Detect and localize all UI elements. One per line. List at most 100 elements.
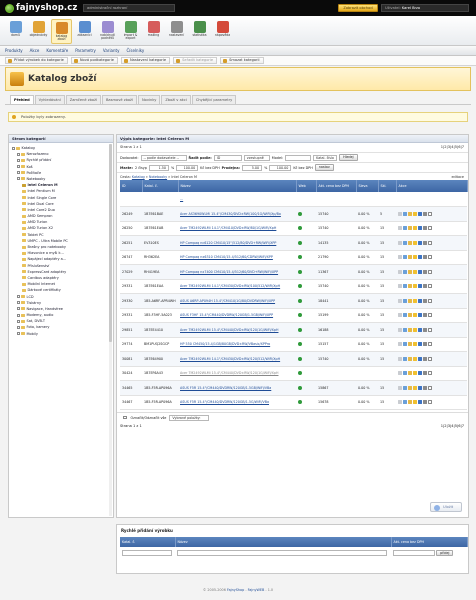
expand-toggle-icon[interactable]	[17, 319, 20, 323]
edit-icon[interactable]	[403, 342, 407, 347]
expand-toggle-icon[interactable]	[17, 307, 20, 311]
folder-icon[interactable]	[408, 385, 412, 390]
star-icon[interactable]	[413, 211, 417, 216]
table-row[interactable]: 26747 RH362EA HP Compaq nx6310 CM410/15.4/…	[120, 250, 467, 265]
product-link[interactable]: Acer TM2492WLMi 14.1"/CM430/DVD±RW/120/5…	[180, 357, 296, 361]
product-link[interactable]: HP Compaq nx7400 CM410/15.4/512/60/DVD+R…	[180, 270, 296, 274]
row-checkbox[interactable]	[428, 400, 432, 405]
edit-icon[interactable]	[403, 400, 407, 405]
row-checkbox[interactable]	[428, 255, 432, 260]
expand-toggle-icon[interactable]	[12, 146, 15, 150]
tab-item[interactable]: Zamčené zboží	[65, 95, 101, 104]
star-icon[interactable]	[413, 226, 417, 231]
copy-icon[interactable]	[418, 240, 422, 245]
delete-icon[interactable]	[423, 284, 427, 289]
row-checkbox[interactable]	[428, 356, 432, 361]
folder-icon[interactable]	[408, 356, 412, 361]
breadcrumb-notebooks[interactable]: Notebooky	[149, 175, 167, 179]
product-link[interactable]: HP Compaq nc6120 CM410/15"/512/80/DVD+RW…	[180, 241, 296, 245]
edit-icon[interactable]	[403, 255, 407, 260]
row-checkbox[interactable]	[428, 385, 432, 390]
folder-icon[interactable]	[408, 240, 412, 245]
row-checkbox[interactable]	[428, 269, 432, 274]
web-status-icon[interactable]	[298, 226, 302, 231]
folder-icon[interactable]	[408, 342, 412, 347]
expand-toggle-icon[interactable]	[17, 158, 20, 162]
product-link[interactable]: Acer TM2492WLMi 15.4"/CM440/DVD±RW/120/1…	[180, 371, 296, 375]
product-link[interactable]: Acer TM2492WLMi 14.1"/CM410/DVD±RW/80/1G…	[180, 226, 296, 230]
product-link[interactable]: ASUS F5R 15.4"/CM440/DVDRW/120GB/1.5G/Wi…	[180, 400, 296, 404]
nav-orders[interactable]: objednávky	[28, 19, 49, 44]
menu-item[interactable]: Akce	[30, 48, 40, 53]
row-checkbox[interactable]	[428, 298, 432, 303]
delete-icon[interactable]	[423, 400, 427, 405]
toolbar-button[interactable]: Nová podkategorie	[70, 57, 118, 64]
set-margin-button[interactable]: nastav	[314, 164, 334, 171]
star-icon[interactable]	[413, 313, 417, 318]
edit-icon[interactable]	[403, 327, 407, 332]
table-row[interactable]: ...	[120, 192, 467, 207]
edit-icon[interactable]	[403, 298, 407, 303]
supplier-select[interactable]: -- podle dodavatele --	[140, 154, 187, 161]
delete-icon[interactable]	[423, 255, 427, 260]
copy-icon[interactable]	[418, 211, 422, 216]
tab-item[interactable]: Novinky	[137, 95, 161, 104]
product-link[interactable]: ASUS A6RP-AP094H 15.4"/CM410/1G/80/DVDRW…	[180, 299, 296, 303]
qa-name-input[interactable]	[177, 550, 387, 556]
web-status-icon[interactable]	[298, 371, 302, 376]
sale-price-input[interactable]: 100.00	[269, 164, 292, 171]
copy-icon[interactable]	[418, 371, 422, 376]
delete-icon[interactable]	[423, 385, 427, 390]
star-icon[interactable]	[413, 284, 417, 289]
footer-brand-link[interactable]: FajnyShop	[227, 588, 244, 592]
row-checkbox[interactable]	[428, 327, 432, 332]
row-checkbox[interactable]	[428, 371, 432, 376]
nav-statistics[interactable]: statistika	[189, 19, 210, 44]
star-icon[interactable]	[413, 356, 417, 361]
star-icon[interactable]	[413, 327, 417, 332]
copy-icon[interactable]	[418, 327, 422, 332]
table-row[interactable]: 29851 1B7EE4410 Acer TM2492WLMi 15.4"/CM44…	[120, 322, 467, 338]
edit-icon[interactable]	[403, 284, 407, 289]
table-row[interactable]: 34467 1B5-F5R-AP096A ASUS F5R 15.4"/CM440/…	[120, 395, 467, 410]
delete-icon[interactable]	[423, 269, 427, 274]
expand-toggle-icon[interactable]	[17, 295, 20, 298]
product-link[interactable]: Acer TM2492WLMi 14.1"/CM430/DVD±RW/100/5…	[180, 284, 296, 288]
star-icon[interactable]	[413, 240, 417, 245]
copy-icon[interactable]	[418, 356, 422, 361]
tab-item[interactable]: Vyhledávání	[34, 95, 65, 104]
product-link[interactable]: HP 550 CM450/15.4/1GB/80GB/DVD±RW/VBasic…	[180, 342, 296, 346]
sort-select[interactable]: ID	[213, 154, 242, 161]
menu-item[interactable]: Produkty	[5, 48, 23, 53]
copy-icon[interactable]	[418, 226, 422, 231]
row-checkbox[interactable]	[428, 226, 432, 231]
copy-icon[interactable]	[418, 269, 422, 274]
logo[interactable]: fajnyshop.cz	[5, 2, 77, 14]
save-button[interactable]: Uložit	[430, 502, 462, 512]
expand-toggle-icon[interactable]	[17, 171, 20, 175]
folder-icon[interactable]	[408, 284, 412, 289]
search-button[interactable]: Hledej	[339, 154, 358, 161]
toolbar-button[interactable]: Nastavení kategorie	[120, 57, 171, 64]
pager-links-bottom[interactable]: 1|2|3|4|5|6|7	[441, 422, 464, 431]
table-row[interactable]: 29331 1B7E61EAA Acer TM2492WLMi 14.1"/CM43…	[120, 279, 467, 294]
nav-help[interactable]: nápověda	[212, 19, 233, 44]
web-status-icon[interactable]	[298, 284, 302, 289]
edit-icon[interactable]	[403, 356, 407, 361]
toolbar-button[interactable]: Smazat kategorii	[220, 57, 264, 64]
edit-icon[interactable]	[403, 313, 407, 318]
copy-icon[interactable]	[418, 284, 422, 289]
menu-item[interactable]: Parametry	[75, 48, 96, 53]
row-checkbox[interactable]	[428, 211, 432, 216]
product-link[interactable]: ASUS F3HF 15.4"/CM440/DVDRW/120GB/1.5GB/…	[180, 313, 296, 317]
row-checkbox[interactable]	[428, 284, 432, 289]
row-checkbox[interactable]	[428, 240, 432, 245]
menu-item[interactable]: Varianty	[103, 48, 120, 53]
table-row[interactable]: 26249 1B7E61BAE Acer AS3690WLMi 15.4"/CM43…	[120, 206, 467, 222]
edit-icon[interactable]	[403, 211, 407, 216]
delete-icon[interactable]	[423, 313, 427, 318]
sale-input[interactable]: 5.00	[242, 164, 263, 171]
expand-toggle-icon[interactable]	[17, 152, 20, 156]
product-link[interactable]: ASUS F5R 15.4"/CM440/DVDRW/120GB/1.5GB/W…	[180, 386, 296, 390]
copy-icon[interactable]	[418, 400, 422, 405]
